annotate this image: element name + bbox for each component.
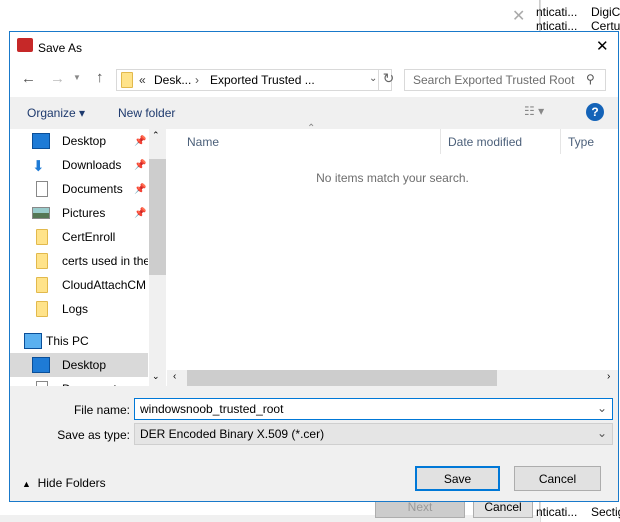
save-as-dialog: Save As ✕ ← → ▼ ↑ « Desk... › Exported T… (9, 31, 619, 502)
nav-scrollbar[interactable]: ⌃ ⌄ (149, 129, 166, 386)
chevron-up-icon: ▲ (22, 479, 31, 489)
nav-item-label: This PC (46, 334, 89, 348)
new-folder-button[interactable]: New folder (118, 106, 175, 120)
chevron-down-icon[interactable]: ⌄ (369, 73, 377, 84)
pin-icon: 📌 (134, 183, 147, 195)
refresh-icon[interactable]: ↻ (378, 70, 398, 90)
search-input[interactable]: Search Exported Trusted Root ⚲ (404, 69, 606, 91)
desktop-icon (32, 357, 50, 373)
column-name[interactable]: Name (187, 135, 219, 149)
nav-item[interactable]: Desktop (10, 353, 148, 377)
documents-icon (36, 181, 48, 197)
help-icon[interactable]: ? (586, 103, 604, 121)
pin-icon: 📌 (134, 207, 147, 219)
nav-item-label: CloudAttachCM (62, 278, 147, 292)
bg-cell: Sectig (591, 505, 620, 519)
back-icon[interactable]: ← (21, 70, 36, 87)
nav-item-label: Logs (62, 302, 89, 316)
nav-item[interactable]: Logs (10, 297, 148, 321)
chevron-down-icon[interactable]: ⌄ (597, 401, 607, 415)
network-folder-icon (36, 229, 48, 245)
nav-item-label: certs used in the (62, 254, 148, 268)
save-form: File name: windowsnoob_trusted_root ⌄ Sa… (10, 386, 618, 501)
recent-chevron-icon[interactable]: ▼ (73, 73, 81, 82)
bg-cell: nticati... (536, 505, 578, 519)
scroll-left-icon[interactable]: ‹ (173, 371, 176, 382)
search-icon: ⚲ (586, 72, 595, 86)
downloads-icon: ⬇ (32, 158, 45, 175)
folder-icon (36, 277, 48, 293)
horizontal-scrollbar[interactable]: ‹ › (167, 370, 618, 386)
breadcrumb-folder[interactable]: Exported Trusted ... (210, 73, 315, 87)
nav-item[interactable]: This PC (10, 329, 148, 353)
bg-cell: DigiC (591, 5, 620, 19)
save-as-icon (17, 38, 33, 52)
save-button[interactable]: Save (415, 466, 500, 491)
file-name-label: File name: (73, 403, 130, 417)
pin-icon: 📌 (134, 135, 147, 147)
folder-icon (36, 253, 48, 269)
dialog-title: Save As (38, 41, 83, 55)
pictures-icon (32, 207, 50, 219)
column-type[interactable]: Type (568, 135, 594, 149)
nav-item[interactable]: certs used in the (10, 249, 148, 273)
desktop-icon (32, 133, 50, 149)
nav-item[interactable]: ⬇ Downloads 📌 (10, 153, 148, 177)
organize-button[interactable]: Organize ▾ (27, 106, 85, 120)
close-icon[interactable]: ✕ (596, 37, 609, 55)
save-type-select[interactable]: DER Encoded Binary X.509 (*.cer) ⌄ (134, 423, 613, 445)
nav-item[interactable]: Documents (10, 377, 148, 386)
nav-item[interactable]: CertEnroll (10, 225, 148, 249)
scroll-right-icon[interactable]: › (607, 371, 610, 382)
folder-icon (121, 72, 133, 88)
forward-icon[interactable]: → (50, 70, 65, 87)
chevron-down-icon[interactable]: ⌄ (597, 426, 607, 440)
pin-icon: 📌 (134, 159, 147, 171)
breadcrumb-desktop[interactable]: Desk... (154, 73, 191, 87)
folder-icon (36, 301, 48, 317)
nav-item[interactable]: Desktop 📌 (10, 129, 148, 153)
view-options-icon[interactable]: ☷ ▾ (524, 104, 544, 118)
nav-item[interactable]: Pictures 📌 (10, 201, 148, 225)
nav-item-label: CertEnroll (62, 230, 116, 244)
cancel-button[interactable]: Cancel (514, 466, 601, 491)
empty-message: No items match your search. (316, 171, 469, 185)
bg-cell: nticati... (536, 5, 578, 19)
scroll-down-icon[interactable]: ⌄ (152, 371, 160, 382)
wizard-close-icon[interactable]: ✕ (512, 6, 525, 26)
scroll-up-icon[interactable]: ⌃ (152, 130, 160, 141)
file-name-input[interactable]: windowsnoob_trusted_root ⌄ (134, 398, 613, 420)
up-icon[interactable]: ↑ (96, 69, 104, 86)
address-bar[interactable]: « Desk... › Exported Trusted ... ⌄ ↻ (116, 69, 394, 91)
save-type-label: Save as type: (57, 428, 130, 442)
nav-item-label: Desktop (62, 358, 107, 372)
file-list: ⌃ Name Date modified Type No items match… (167, 123, 618, 386)
hide-folders-button[interactable]: ▲ Hide Folders (22, 476, 106, 490)
this-pc-icon (24, 333, 42, 349)
scroll-thumb[interactable] (149, 159, 166, 275)
scroll-thumb[interactable] (187, 370, 497, 386)
column-date-modified[interactable]: Date modified (448, 135, 522, 149)
nav-item[interactable]: CloudAttachCM (10, 273, 148, 297)
sort-ascending-icon: ⌃ (307, 123, 316, 134)
navigation-pane: Desktop 📌 ⬇ Downloads 📌 Documents 📌 Pictures 📌 Ce… (10, 129, 166, 386)
nav-item[interactable]: Documents 📌 (10, 177, 148, 201)
